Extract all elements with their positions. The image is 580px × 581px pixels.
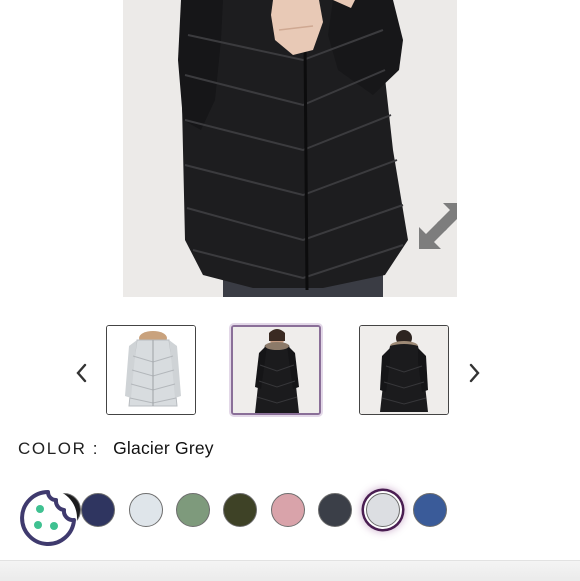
chevron-right-icon <box>468 362 482 389</box>
cookie-consent-button[interactable] <box>18 488 78 548</box>
color-swatch-7[interactable] <box>318 493 352 527</box>
next-image-button[interactable] <box>464 360 486 390</box>
thumbnail-black-coat-back[interactable] <box>359 325 449 415</box>
main-product-image[interactable] <box>123 0 457 297</box>
thumbnail-grey-coat[interactable] <box>106 325 196 415</box>
color-selection-row: COLOR : Glacier Grey <box>18 438 214 459</box>
cookie-icon <box>19 489 77 547</box>
selected-color-name: Glacier Grey <box>113 438 214 458</box>
previous-image-button[interactable] <box>70 360 92 390</box>
thumbnail-black-coat-front[interactable] <box>231 325 321 415</box>
woman-in-black-puffer-coat-image <box>123 0 457 297</box>
black-coat-model-back-photo <box>360 326 448 414</box>
expand-arrows-icon[interactable] <box>413 197 457 255</box>
color-swatch-5[interactable] <box>223 493 257 527</box>
color-swatch-4[interactable] <box>176 493 210 527</box>
color-swatch-2[interactable] <box>81 493 115 527</box>
bottom-toolbar <box>0 560 580 581</box>
color-label: COLOR : <box>18 439 100 458</box>
black-coat-model-front-photo <box>233 327 319 413</box>
color-swatch-8[interactable] <box>366 493 400 527</box>
color-swatch-6[interactable] <box>271 493 305 527</box>
color-swatch-9[interactable] <box>413 493 447 527</box>
grey-coat-product-photo <box>107 326 195 414</box>
color-swatch-3[interactable] <box>129 493 163 527</box>
chevron-left-icon <box>74 362 88 389</box>
